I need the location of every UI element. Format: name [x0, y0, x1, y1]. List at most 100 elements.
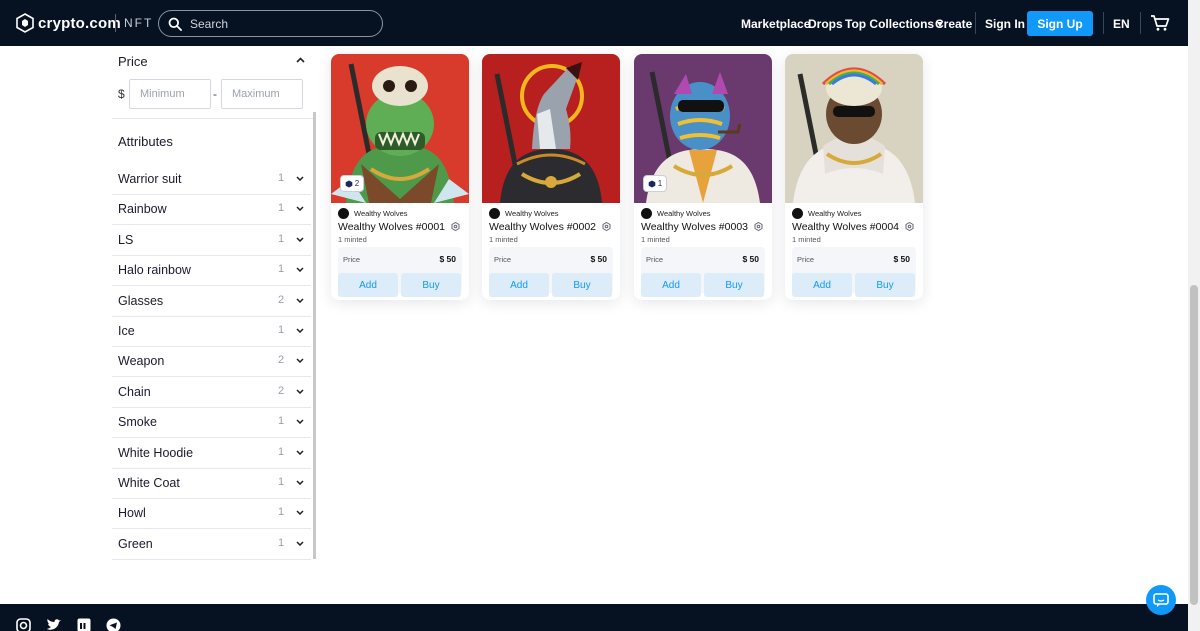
currency-symbol: $	[118, 87, 125, 101]
collection-name[interactable]: Wealthy Wolves	[657, 209, 711, 218]
attribute-filter-row[interactable]: White Hoodie 1	[112, 439, 311, 469]
nft-card[interactable]: 1 Wealthy Wolves Wealthy Wolves #0003 1 min…	[634, 54, 772, 300]
nft-card[interactable]: Wealthy Wolves Wealthy Wolves #0002 1 mint…	[482, 54, 620, 300]
attributes-title: Attributes	[118, 134, 173, 149]
nft-title[interactable]: Wealthy Wolves #0001	[338, 221, 445, 233]
hexagon-icon	[345, 180, 353, 187]
attribute-count: 1	[278, 476, 285, 488]
sign-in-link[interactable]: Sign In	[985, 17, 1025, 31]
language-selector[interactable]: EN	[1113, 17, 1130, 31]
nav-marketplace[interactable]: Marketplace	[741, 17, 810, 31]
hexagon-settings-icon[interactable]	[905, 222, 914, 231]
filter-divider	[112, 118, 314, 119]
chevron-down-icon[interactable]	[296, 237, 304, 242]
price-min-input[interactable]	[129, 79, 211, 109]
chevron-up-icon[interactable]	[296, 57, 305, 63]
price-max-input[interactable]	[221, 79, 303, 109]
attribute-filter-row[interactable]: Smoke 1	[112, 408, 311, 439]
instagram-icon[interactable]	[16, 618, 31, 631]
attribute-filter-row[interactable]: Halo rainbow 1	[112, 256, 311, 287]
nav-divider	[975, 12, 976, 34]
nft-title[interactable]: Wealthy Wolves #0002	[489, 221, 596, 233]
attribute-count: 1	[278, 263, 285, 276]
hexagon-settings-icon[interactable]	[451, 222, 460, 231]
product-tag: NFT	[124, 16, 154, 30]
edition-badge: 2	[340, 175, 364, 192]
minted-count: 1 minted	[641, 235, 670, 244]
attribute-label: White Coat	[118, 476, 180, 490]
attribute-count: 1	[278, 506, 285, 519]
price-box: Price $ 50 Add Buy	[792, 247, 916, 297]
twitter-icon[interactable]	[46, 618, 62, 631]
page-scrollbar-thumb[interactable]	[1190, 285, 1198, 605]
search-box[interactable]	[158, 10, 383, 37]
attribute-filter-row[interactable]: White Coat 1	[112, 469, 311, 499]
chevron-down-icon[interactable]	[296, 450, 304, 455]
attribute-filter-row[interactable]: Rainbow 1	[112, 195, 311, 226]
collection-name[interactable]: Wealthy Wolves	[354, 209, 408, 218]
chevron-down-icon[interactable]	[296, 267, 304, 273]
telegram-icon[interactable]	[106, 618, 121, 631]
add-to-cart-button[interactable]: Add	[641, 273, 701, 297]
price-box: Price $ 50 Add Buy	[641, 247, 765, 297]
attribute-count: 1	[278, 172, 285, 184]
hexagon-settings-icon[interactable]	[754, 222, 763, 231]
hexagon-icon	[648, 180, 656, 187]
buy-button[interactable]: Buy	[552, 273, 612, 297]
add-to-cart-button[interactable]: Add	[792, 273, 852, 297]
chevron-down-icon[interactable]	[296, 328, 304, 333]
attribute-filter-row[interactable]: Green 1	[112, 530, 311, 560]
chevron-down-icon[interactable]	[296, 419, 304, 425]
chevron-down-icon[interactable]	[296, 510, 304, 516]
collection-name[interactable]: Wealthy Wolves	[808, 209, 862, 218]
attribute-filter-row[interactable]: LS 1	[112, 226, 311, 256]
nav-top-collections-label: Top Collections	[845, 17, 935, 31]
attribute-label: Rainbow	[118, 202, 167, 217]
nav-create[interactable]: Create	[935, 17, 972, 31]
hexagon-settings-icon[interactable]	[602, 222, 611, 231]
nft-title[interactable]: Wealthy Wolves #0004	[792, 221, 899, 233]
nft-card[interactable]: Wealthy Wolves Wealthy Wolves #0004 1 mint…	[785, 54, 923, 300]
edition-badge: 1	[643, 175, 667, 192]
chevron-down-icon[interactable]	[296, 389, 304, 394]
chevron-down-icon[interactable]	[296, 541, 304, 546]
nft-artwork-image[interactable]	[785, 54, 923, 203]
collection-name[interactable]: Wealthy Wolves	[505, 209, 559, 218]
attribute-filter-row[interactable]: Glasses 2	[112, 287, 311, 317]
attribute-filter-row[interactable]: Ice 1	[112, 317, 311, 347]
chat-support-button[interactable]	[1146, 585, 1176, 615]
chevron-down-icon[interactable]	[296, 480, 304, 485]
shopping-cart-icon[interactable]	[1150, 14, 1170, 32]
nav-drops[interactable]: Drops	[808, 17, 843, 31]
chevron-down-icon[interactable]	[296, 358, 304, 364]
attribute-filter-row[interactable]: Warrior suit 1	[112, 165, 311, 195]
attribute-filter-row[interactable]: Chain 2	[112, 378, 311, 408]
price-filter-title[interactable]: Price	[118, 54, 148, 69]
buy-button[interactable]: Buy	[401, 273, 461, 297]
nav-top-collections[interactable]: Top Collections	[845, 17, 944, 31]
search-input[interactable]	[190, 16, 370, 31]
sidebar-scrollbar[interactable]	[313, 112, 316, 559]
nft-title[interactable]: Wealthy Wolves #0003	[641, 221, 748, 233]
chevron-down-icon[interactable]	[296, 206, 304, 212]
chevron-down-icon[interactable]	[296, 176, 304, 181]
nft-artwork-image[interactable]	[482, 54, 620, 203]
attribute-count: 1	[278, 202, 285, 215]
attribute-label: Glasses	[118, 293, 164, 308]
footer	[0, 604, 1200, 631]
add-to-cart-button[interactable]: Add	[338, 273, 398, 297]
buy-button[interactable]: Buy	[704, 273, 764, 297]
attribute-filter-row[interactable]: Howl 1	[112, 499, 311, 530]
attribute-label: Weapon	[118, 354, 165, 369]
nft-card[interactable]: 2 Wealthy Wolves Wealthy Wolves #0001 1 min…	[331, 54, 469, 300]
minted-count: 1 minted	[792, 235, 821, 244]
brand-logo[interactable]: crypto.com	[16, 13, 121, 33]
chevron-down-icon[interactable]	[296, 298, 304, 303]
chat-bubble-icon	[1153, 592, 1169, 607]
linkedin-icon[interactable]	[77, 618, 91, 631]
buy-button[interactable]: Buy	[855, 273, 915, 297]
sign-up-button[interactable]: Sign Up	[1027, 11, 1093, 36]
attribute-filter-row[interactable]: Weapon 2	[112, 347, 311, 378]
collection-avatar-icon	[338, 208, 349, 219]
add-to-cart-button[interactable]: Add	[489, 273, 549, 297]
